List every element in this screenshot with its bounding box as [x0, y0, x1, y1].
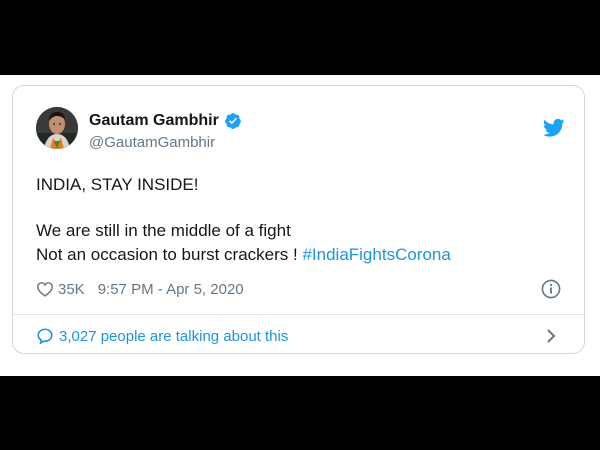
avatar-image: [36, 107, 78, 149]
tweet-timestamp[interactable]: 9:57 PM - Apr 5, 2020: [98, 281, 244, 298]
page-background: Gautam Gambhir @GautamGambhir INDIA, STA…: [0, 75, 600, 376]
like-count[interactable]: 35K: [58, 281, 85, 298]
conversation-link[interactable]: 3,027 people are talking about this: [36, 326, 288, 346]
avatar[interactable]: [36, 107, 78, 149]
tweet-line-3-text: Not an occasion to burst crackers !: [36, 245, 303, 264]
tweet-text: INDIA, STAY INSIDE! We are still in the …: [36, 173, 556, 267]
heart-icon[interactable]: [36, 281, 54, 297]
twitter-bird-icon[interactable]: [543, 118, 565, 138]
author-handle[interactable]: @GautamGambhir: [89, 134, 215, 152]
tweet-meta-row: 35K 9:57 PM - Apr 5, 2020: [36, 278, 244, 300]
author-name-row[interactable]: Gautam Gambhir: [89, 110, 242, 132]
author-display-name[interactable]: Gautam Gambhir: [89, 110, 219, 132]
speech-bubble-icon: [37, 328, 53, 345]
conversation-text[interactable]: 3,027 people are talking about this: [59, 328, 288, 345]
letterbox-bottom: [0, 376, 600, 450]
verified-badge-icon: [224, 113, 241, 129]
tweet-line-3: Not an occasion to burst crackers ! #Ind…: [36, 243, 556, 267]
hashtag-link[interactable]: #IndiaFightsCorona: [302, 245, 450, 264]
letterbox-top: [0, 0, 600, 75]
chevron-right-icon[interactable]: [545, 328, 557, 344]
info-icon[interactable]: [541, 279, 561, 299]
tweet-line-2: We are still in the middle of a fight: [36, 221, 291, 240]
tweet-card[interactable]: Gautam Gambhir @GautamGambhir INDIA, STA…: [12, 85, 585, 354]
tweet-paragraph-gap: [36, 197, 556, 219]
tweet-line-1: INDIA, STAY INSIDE!: [36, 175, 199, 194]
card-divider: [13, 314, 584, 315]
